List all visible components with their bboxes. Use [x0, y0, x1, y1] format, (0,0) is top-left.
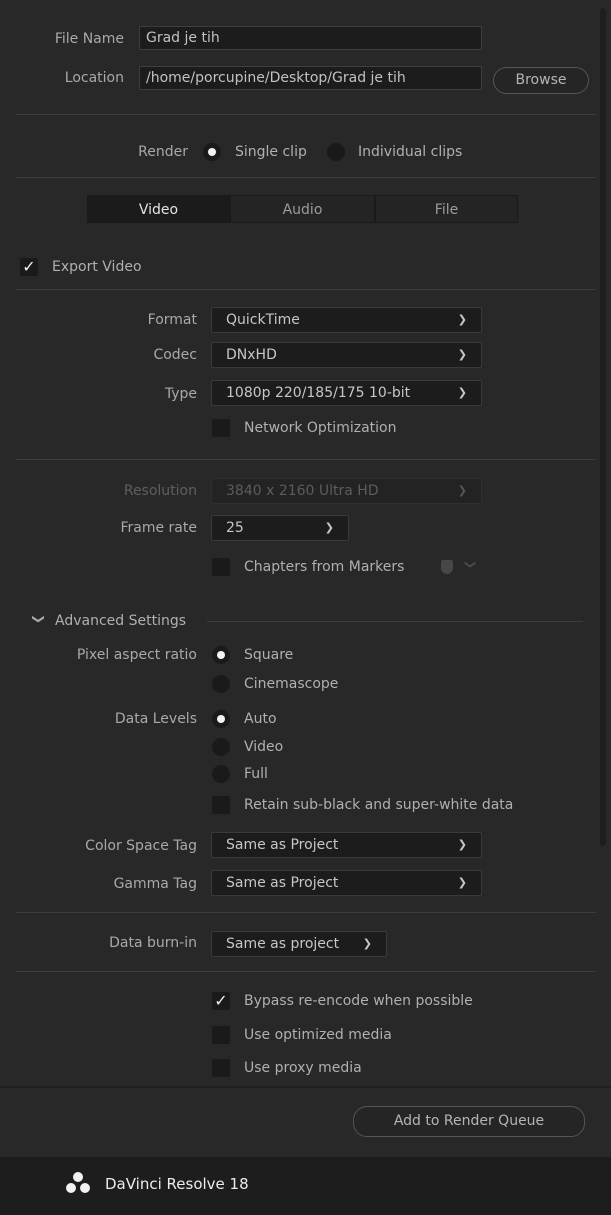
location-input[interactable]: /home/porcupine/Desktop/Grad je tih: [139, 66, 482, 90]
gamma-tag-label: Gamma Tag: [113, 876, 197, 892]
pixel-aspect-cinemascope-label[interactable]: Cinemascope: [244, 676, 338, 692]
network-optimization-checkbox[interactable]: [212, 419, 230, 437]
codec-label: Codec: [153, 347, 197, 363]
divider: [0, 1086, 611, 1088]
retain-data-label[interactable]: Retain sub-black and super-white data: [244, 797, 513, 813]
network-optimization-label[interactable]: Network Optimization: [244, 420, 396, 436]
davinci-logo-icon: [66, 1172, 90, 1193]
resolution-select: 3840 x 2160 Ultra HD ❯: [211, 478, 482, 504]
optimized-media-label[interactable]: Use optimized media: [244, 1027, 392, 1043]
frame-rate-label: Frame rate: [120, 520, 197, 536]
color-space-label: Color Space Tag: [85, 838, 197, 854]
chevron-down-icon: ❯: [362, 937, 372, 950]
chevron-down-icon: ❯: [464, 559, 478, 570]
format-select[interactable]: QuickTime ❯: [211, 307, 482, 333]
divider: [16, 459, 596, 460]
tab-audio[interactable]: Audio: [230, 195, 375, 223]
app-bar: DaVinci Resolve 18: [0, 1157, 611, 1215]
proxy-media-checkbox[interactable]: [212, 1059, 230, 1077]
optimized-media-checkbox[interactable]: [212, 1026, 230, 1044]
render-label: Render: [138, 144, 188, 160]
data-levels-video-label[interactable]: Video: [244, 739, 283, 755]
divider: [16, 177, 596, 178]
resolution-value: 3840 x 2160 Ultra HD: [226, 483, 379, 499]
tab-video[interactable]: Video: [87, 195, 230, 223]
pixel-aspect-cinemascope-radio[interactable]: [212, 675, 230, 693]
divider: [16, 912, 596, 913]
file-name-label: File Name: [54, 31, 124, 47]
render-individual-clips-radio[interactable]: [327, 143, 345, 161]
color-space-select[interactable]: Same as Project ❯: [211, 832, 482, 858]
data-levels-label: Data Levels: [114, 711, 197, 727]
browse-button[interactable]: Browse: [493, 67, 589, 94]
divider: [207, 621, 583, 622]
tab-file[interactable]: File: [375, 195, 518, 223]
export-video-label[interactable]: Export Video: [52, 259, 142, 275]
divider: [16, 114, 596, 115]
color-space-value: Same as Project: [226, 837, 339, 853]
divider: [16, 971, 596, 972]
render-single-clip-radio[interactable]: [203, 143, 221, 161]
bypass-reencode-checkbox[interactable]: ✓: [212, 992, 230, 1010]
render-individual-clips-label[interactable]: Individual clips: [358, 144, 462, 160]
location-label: Location: [64, 70, 124, 86]
add-to-render-queue-button[interactable]: Add to Render Queue: [353, 1106, 585, 1137]
retain-data-checkbox[interactable]: [212, 796, 230, 814]
gamma-tag-select[interactable]: Same as Project ❯: [211, 870, 482, 896]
chevron-down-icon: ❯: [324, 521, 334, 534]
format-value: QuickTime: [226, 312, 300, 328]
type-select[interactable]: 1080p 220/185/175 10-bit ❯: [211, 380, 482, 406]
pixel-aspect-square-radio[interactable]: [212, 646, 230, 664]
chevron-down-icon[interactable]: ❯: [32, 614, 46, 624]
chapters-checkbox[interactable]: [212, 558, 230, 576]
data-levels-auto-label[interactable]: Auto: [244, 711, 277, 727]
advanced-settings-title[interactable]: Advanced Settings: [55, 613, 186, 629]
codec-value: DNxHD: [226, 347, 277, 363]
app-name: DaVinci Resolve 18: [105, 1175, 249, 1193]
export-video-checkbox[interactable]: ✓: [20, 258, 38, 276]
pixel-aspect-square-label[interactable]: Square: [244, 647, 293, 663]
proxy-media-label[interactable]: Use proxy media: [244, 1060, 362, 1076]
file-name-input[interactable]: Grad je tih: [139, 26, 482, 50]
chevron-down-icon: ❯: [457, 484, 467, 497]
pixel-aspect-label: Pixel aspect ratio: [76, 647, 197, 663]
frame-rate-select[interactable]: 25 ❯: [211, 515, 349, 541]
chevron-down-icon: ❯: [457, 348, 467, 361]
chevron-down-icon: ❯: [457, 313, 467, 326]
data-levels-full-label[interactable]: Full: [244, 766, 268, 782]
data-levels-auto-radio[interactable]: [212, 710, 230, 728]
divider: [16, 289, 596, 290]
chevron-down-icon: ❯: [457, 876, 467, 889]
format-label: Format: [147, 312, 197, 328]
frame-rate-value: 25: [226, 520, 244, 536]
chevron-down-icon: ❯: [457, 838, 467, 851]
chapters-label[interactable]: Chapters from Markers: [244, 559, 404, 575]
resolution-label: Resolution: [123, 483, 197, 499]
data-levels-video-radio[interactable]: [212, 738, 230, 756]
marker-icon: [441, 560, 453, 574]
scrollbar-thumb[interactable]: [600, 8, 606, 846]
chevron-down-icon: ❯: [457, 386, 467, 399]
data-burn-in-value: Same as project: [226, 936, 340, 952]
data-levels-full-radio[interactable]: [212, 765, 230, 783]
data-burn-in-label: Data burn-in: [109, 935, 197, 951]
bypass-reencode-label[interactable]: Bypass re-encode when possible: [244, 993, 473, 1009]
render-single-clip-label[interactable]: Single clip: [235, 144, 307, 160]
data-burn-in-select[interactable]: Same as project ❯: [211, 931, 387, 957]
codec-select[interactable]: DNxHD ❯: [211, 342, 482, 368]
type-value: 1080p 220/185/175 10-bit: [226, 385, 411, 401]
type-label: Type: [164, 386, 197, 402]
gamma-tag-value: Same as Project: [226, 875, 339, 891]
